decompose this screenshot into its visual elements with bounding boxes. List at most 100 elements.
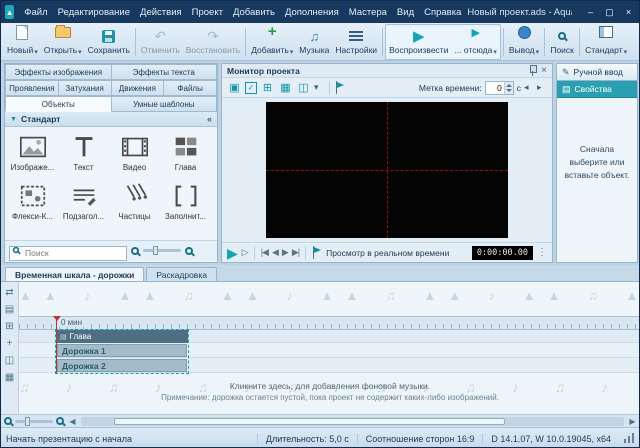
zoom-in-icon[interactable] — [185, 246, 193, 255]
tab-files[interactable]: Файлы — [164, 80, 217, 96]
menu-wizards[interactable]: Мастера — [345, 5, 391, 20]
save-button[interactable]: Сохранить — [85, 25, 133, 59]
close-icon[interactable]: × — [620, 5, 637, 20]
collapse-panel-icon[interactable]: « — [207, 114, 212, 124]
playhead-line[interactable] — [56, 316, 57, 373]
thumbnail-size-slider[interactable] — [143, 246, 181, 255]
play-icon[interactable]: ▶ — [227, 246, 238, 260]
step-left-icon[interactable]: ◂ — [524, 82, 534, 93]
new-button[interactable]: Новый — [4, 24, 41, 59]
open-button[interactable]: Открыть — [41, 24, 85, 59]
chapter-block[interactable]: ▤ Глава — [56, 330, 188, 343]
flag-icon[interactable] — [335, 81, 345, 94]
object-item-chapter[interactable]: Глава — [160, 131, 211, 178]
scrollbar-thumb[interactable] — [113, 417, 505, 425]
object-item-particles[interactable]: Частицы — [109, 180, 160, 227]
step-forward-icon[interactable]: ▶ — [282, 247, 289, 258]
track-block-1[interactable]: Дорожка 1 — [57, 344, 187, 357]
tab-storyboard[interactable]: Раскадровка — [146, 267, 217, 281]
video-preview[interactable] — [266, 102, 508, 238]
object-item-placeholder[interactable]: Заполнит... — [160, 180, 211, 227]
tab-text-effects[interactable]: Эффекты текста — [111, 64, 217, 80]
object-item-subtitle[interactable]: Подзагол... — [58, 180, 109, 227]
play-button[interactable]: ▶ Воспроизвести — [386, 25, 451, 59]
spinner-buttons[interactable] — [503, 81, 513, 94]
menu-edit[interactable]: Редактирование — [54, 5, 134, 20]
timeline-tool-rows-icon[interactable]: ▤ — [3, 302, 17, 316]
realtime-preview-label[interactable]: Просмотр в реальном времени — [326, 248, 449, 258]
redo-button[interactable]: ↷ Восстановить — [183, 25, 243, 59]
scroll-left-icon[interactable]: ◀ — [67, 417, 78, 426]
menu-add[interactable]: Добавить — [229, 5, 279, 20]
spin-down-icon[interactable] — [505, 88, 512, 92]
go-start-icon[interactable]: |◀ — [261, 247, 269, 258]
tab-manual-input[interactable]: ✎ Ручной ввод — [557, 64, 637, 81]
spin-up-icon[interactable] — [505, 83, 512, 87]
layout-standard-button[interactable]: Стандарт — [582, 25, 630, 59]
tab-image-effects[interactable]: Эффекты изображения — [5, 64, 112, 80]
playhead-marker-icon[interactable] — [53, 316, 61, 321]
zoom-out-icon[interactable] — [4, 417, 12, 425]
object-item-video[interactable]: Видео — [109, 131, 160, 178]
dropdown-arrow-icon[interactable]: ▾ — [314, 82, 324, 93]
tab-smart-templates[interactable]: Умные шаблоны — [111, 96, 217, 112]
monitor-display-icon[interactable]: ▣ — [227, 80, 242, 95]
step-back-icon[interactable]: ◀ — [272, 247, 279, 258]
realtime-flag-icon[interactable] — [312, 246, 322, 259]
object-item-text[interactable]: Текст — [58, 131, 109, 178]
tab-motion[interactable]: Движения — [111, 80, 165, 96]
timeline-tool-split-icon[interactable]: ◫ — [3, 353, 17, 367]
tab-properties[interactable]: ▤ Свойства — [557, 81, 637, 98]
add-button[interactable]: + Добавить — [248, 24, 296, 59]
minimize-icon[interactable]: – — [582, 5, 599, 20]
music-button[interactable]: ♫ Музыка — [296, 25, 332, 59]
horizontal-scrollbar[interactable] — [81, 416, 624, 426]
more-options-icon[interactable]: ⋮ — [537, 247, 547, 258]
grid-icon[interactable]: ⊞ — [260, 80, 275, 95]
checkbox-icon[interactable]: ✓ — [245, 81, 257, 94]
timestamp-value[interactable]: 0 — [486, 82, 504, 94]
timeline-zoom-slider[interactable] — [15, 416, 53, 426]
zoom-out-icon[interactable] — [131, 246, 139, 255]
pin-icon[interactable] — [528, 65, 538, 76]
menu-addons[interactable]: Дополнения — [281, 5, 343, 20]
undo-button[interactable]: ↶ Отменить — [138, 25, 183, 59]
tab-objects[interactable]: Объекты — [5, 96, 112, 112]
scroll-right-icon[interactable]: ▶ — [627, 417, 638, 426]
music-track-hint[interactable]: Кликните здесь, для добавления фоновой м… — [19, 381, 639, 402]
dual-monitor-icon[interactable]: ◫ — [296, 80, 311, 95]
menu-help[interactable]: Справка — [420, 5, 465, 20]
slider-thumb[interactable] — [25, 416, 30, 426]
timeline-tool-fill-icon[interactable]: ▦ — [3, 370, 17, 384]
go-end-icon[interactable]: ▶| — [292, 247, 300, 258]
track-block-2[interactable]: Дорожка 2 — [57, 359, 187, 372]
menu-view[interactable]: Вид — [393, 5, 418, 20]
close-icon[interactable]: × — [541, 65, 547, 76]
timestamp-spinner[interactable]: 0 — [484, 80, 514, 95]
timeline-tool-add-icon[interactable]: + — [3, 336, 17, 350]
timeline-tool-grid-icon[interactable]: ⊞ — [3, 319, 17, 333]
maximize-icon[interactable]: ▢ — [601, 5, 618, 20]
play-from-here-button[interactable]: ▶ ... отсюда — [451, 25, 499, 59]
timeline-content[interactable]: ▲▲ ♪ ▲▲ ♫ ▲▲ ♪ ▲▲ ♫ ▲▲ ♪ ▲▲ ♫ ▲▲ ♪ ▲▲ ♫ … — [19, 282, 639, 415]
start-presentation-label[interactable]: Начать презентацию с начала — [6, 434, 132, 444]
settings-button[interactable]: Настройки — [332, 25, 380, 59]
timeline-tool-swap-icon[interactable]: ⇄ — [3, 285, 17, 299]
tab-appear[interactable]: Проявления — [5, 80, 59, 96]
object-item-image[interactable]: Изображе... — [7, 131, 58, 178]
search-button[interactable]: Поиск — [547, 25, 577, 59]
menu-actions[interactable]: Действия — [136, 5, 186, 20]
play-outline-icon[interactable]: ▷ — [242, 247, 249, 258]
object-item-flexi-collage[interactable]: Флекси-К... — [7, 180, 58, 227]
zoom-in-icon[interactable] — [56, 417, 64, 425]
safe-area-icon[interactable]: ▦ — [278, 80, 293, 95]
search-input[interactable] — [9, 245, 127, 261]
menu-project[interactable]: Проект — [188, 5, 227, 20]
step-right-icon[interactable]: ▸ — [537, 82, 547, 93]
tab-fade[interactable]: Затухания — [58, 80, 112, 96]
output-button[interactable]: Вывод — [506, 25, 542, 59]
standard-section-header[interactable]: ▼ Стандарт « — [5, 112, 217, 127]
menu-file[interactable]: Файл — [20, 5, 51, 20]
tab-timeline-tracks[interactable]: Временная шкала - дорожки — [5, 267, 145, 281]
slider-thumb[interactable] — [153, 246, 158, 255]
